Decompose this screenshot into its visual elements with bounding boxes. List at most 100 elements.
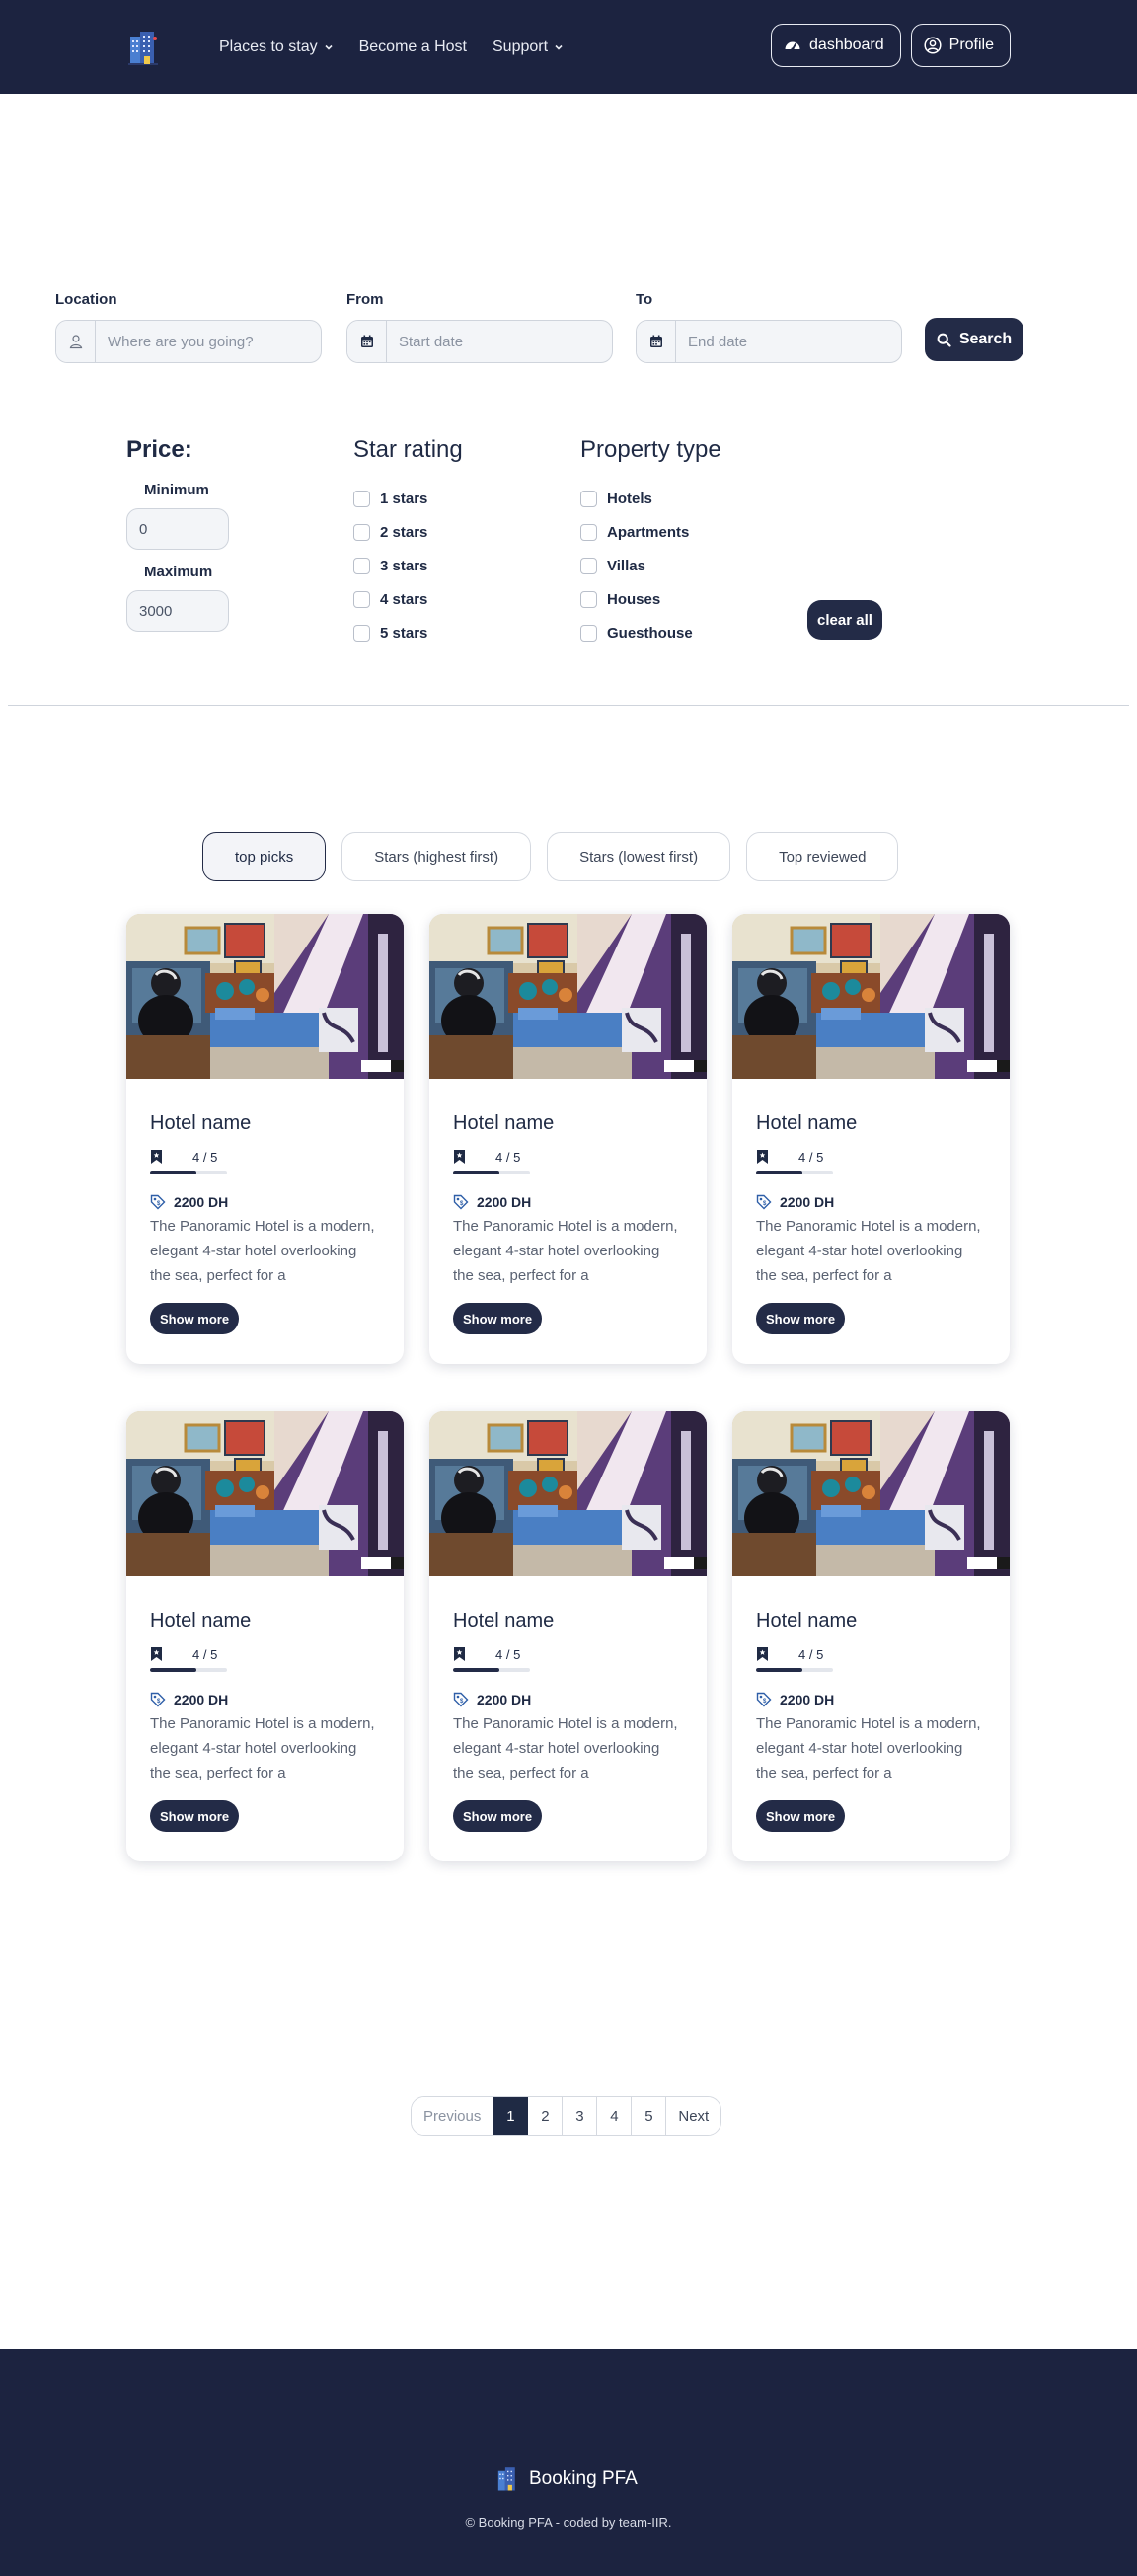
star-1-option[interactable]: 1 stars bbox=[353, 482, 463, 515]
star-option-label: 3 stars bbox=[380, 557, 428, 574]
rating-row: 4 / 5 bbox=[756, 1646, 986, 1662]
pagination-next[interactable]: Next bbox=[666, 2097, 721, 2135]
hotel-price: 2200 DH bbox=[780, 1692, 835, 1707]
hotel-description: The Panoramic Hotel is a modern, elegant… bbox=[453, 1715, 678, 1781]
hotel-card: Hotel name 4 / 5 $ 2200 DH The Panoramic… bbox=[732, 1411, 1010, 1861]
start-date-input[interactable] bbox=[387, 321, 612, 362]
star-3-option[interactable]: 3 stars bbox=[353, 549, 463, 582]
hotel-card: Hotel name 4 / 5 $ 2200 DH The Panoramic… bbox=[126, 1411, 404, 1861]
price-tag-icon: $ bbox=[756, 1194, 772, 1210]
price-row: $ 2200 DH bbox=[453, 1692, 683, 1707]
to-input-group bbox=[636, 320, 902, 363]
divider bbox=[8, 705, 1129, 706]
to-label: To bbox=[636, 291, 653, 308]
show-more-button[interactable]: Show more bbox=[453, 1800, 543, 1832]
profile-button[interactable]: Profile bbox=[910, 24, 1011, 67]
maximum-label: Maximum bbox=[144, 564, 213, 580]
checkbox[interactable] bbox=[580, 523, 597, 541]
search-section: Location From To bbox=[0, 94, 1137, 706]
star-5-option[interactable]: 5 stars bbox=[353, 616, 463, 649]
search-button[interactable]: Search bbox=[925, 318, 1023, 361]
pagination-page-4[interactable]: 4 bbox=[597, 2097, 633, 2135]
hotel-photo[interactable] bbox=[429, 1411, 707, 1576]
star-rating-title: Star rating bbox=[353, 436, 463, 463]
checkbox[interactable] bbox=[353, 557, 370, 574]
sort-tab-top-reviewed[interactable]: Top reviewed bbox=[746, 832, 899, 881]
nav-places-label: Places to stay bbox=[219, 38, 318, 55]
page: Places to stay Become a Host Support das… bbox=[0, 0, 1137, 2576]
pagination-page-1[interactable]: 1 bbox=[493, 2097, 529, 2135]
pagination-page-3[interactable]: 3 bbox=[563, 2097, 598, 2135]
nav-places-to-stay[interactable]: Places to stay bbox=[219, 38, 334, 56]
hotel-photo[interactable] bbox=[732, 1411, 1010, 1576]
checkbox[interactable] bbox=[353, 523, 370, 541]
price-tag-icon: $ bbox=[453, 1194, 469, 1210]
star-2-option[interactable]: 2 stars bbox=[353, 515, 463, 549]
checkbox[interactable] bbox=[580, 590, 597, 608]
checkbox[interactable] bbox=[353, 624, 370, 642]
hotel-building-icon[interactable] bbox=[126, 29, 160, 66]
rating-progress-bar bbox=[453, 1171, 530, 1174]
bookmark-icon bbox=[151, 1150, 162, 1164]
bookmark-icon bbox=[757, 1150, 768, 1164]
property-hotels-option[interactable]: Hotels bbox=[580, 482, 721, 515]
dashboard-button[interactable]: dashboard bbox=[771, 24, 901, 67]
price-row: $ 2200 DH bbox=[150, 1194, 380, 1210]
rating-progress-fill bbox=[453, 1171, 499, 1174]
nav-host-label: Become a Host bbox=[358, 38, 467, 55]
rating-progress-fill bbox=[150, 1668, 196, 1672]
sort-tab-stars-lowest[interactable]: Stars (lowest first) bbox=[547, 832, 731, 881]
property-option-label: Villas bbox=[607, 557, 645, 574]
star-4-option[interactable]: 4 stars bbox=[353, 582, 463, 616]
property-villas-option[interactable]: Villas bbox=[580, 549, 721, 582]
checkbox[interactable] bbox=[580, 624, 597, 642]
sort-tab-top-picks[interactable]: top picks bbox=[202, 832, 327, 881]
hotel-photo[interactable] bbox=[126, 914, 404, 1079]
from-label: From bbox=[346, 291, 384, 308]
sort-tab-stars-highest[interactable]: Stars (highest first) bbox=[341, 832, 532, 881]
hotel-price: 2200 DH bbox=[174, 1692, 229, 1707]
rating-progress-fill bbox=[756, 1171, 802, 1174]
hotel-photo[interactable] bbox=[429, 914, 707, 1079]
checkbox[interactable] bbox=[353, 490, 370, 507]
nav-actions: dashboard Profile bbox=[771, 24, 1011, 67]
checkbox[interactable] bbox=[580, 490, 597, 507]
show-more-button[interactable]: Show more bbox=[150, 1303, 240, 1334]
rating-text: 4 / 5 bbox=[798, 1149, 824, 1165]
location-input[interactable] bbox=[96, 321, 321, 362]
property-type-title: Property type bbox=[580, 436, 721, 463]
navbar: Places to stay Become a Host Support das… bbox=[0, 0, 1137, 94]
search-label: Search bbox=[958, 331, 1013, 347]
clear-all-button[interactable]: clear all bbox=[807, 600, 882, 640]
chevron-down-icon bbox=[325, 44, 333, 50]
show-more-button[interactable]: Show more bbox=[453, 1303, 543, 1334]
pagination-page-5[interactable]: 5 bbox=[632, 2097, 667, 2135]
checkbox[interactable] bbox=[353, 590, 370, 608]
maximum-price-input[interactable] bbox=[126, 590, 229, 632]
property-guesthouse-option[interactable]: Guesthouse bbox=[580, 616, 721, 649]
footer: Booking PFA © Booking PFA - coded by tea… bbox=[0, 2349, 1137, 2576]
hotel-card: Hotel name 4 / 5 $ 2200 DH The Panoramic… bbox=[429, 1411, 707, 1861]
hotel-description: The Panoramic Hotel is a modern, elegant… bbox=[150, 1715, 375, 1781]
show-more-button[interactable]: Show more bbox=[756, 1303, 846, 1334]
nav-become-host[interactable]: Become a Host bbox=[359, 38, 467, 56]
pagination-page-2[interactable]: 2 bbox=[528, 2097, 564, 2135]
property-houses-option[interactable]: Houses bbox=[580, 582, 721, 616]
show-more-button[interactable]: Show more bbox=[150, 1800, 240, 1832]
checkbox[interactable] bbox=[580, 557, 597, 574]
hotel-photo[interactable] bbox=[732, 914, 1010, 1079]
hotel-photo[interactable] bbox=[126, 1411, 404, 1576]
show-more-button[interactable]: Show more bbox=[756, 1800, 846, 1832]
hotel-price: 2200 DH bbox=[780, 1194, 835, 1210]
card-body: Hotel name 4 / 5 $ 2200 DH The Panoramic… bbox=[429, 1079, 707, 1334]
end-date-input[interactable] bbox=[676, 321, 901, 362]
rating-progress-fill bbox=[150, 1171, 196, 1174]
property-apartments-option[interactable]: Apartments bbox=[580, 515, 721, 549]
minimum-price-input[interactable] bbox=[126, 508, 229, 550]
footer-brand[interactable]: Booking PFA bbox=[495, 2465, 638, 2492]
rating-text: 4 / 5 bbox=[495, 1646, 521, 1662]
hotel-price: 2200 DH bbox=[477, 1692, 532, 1707]
pagination-previous[interactable]: Previous bbox=[412, 2097, 494, 2135]
nav-support[interactable]: Support bbox=[493, 38, 564, 56]
rating-text: 4 / 5 bbox=[192, 1149, 218, 1165]
